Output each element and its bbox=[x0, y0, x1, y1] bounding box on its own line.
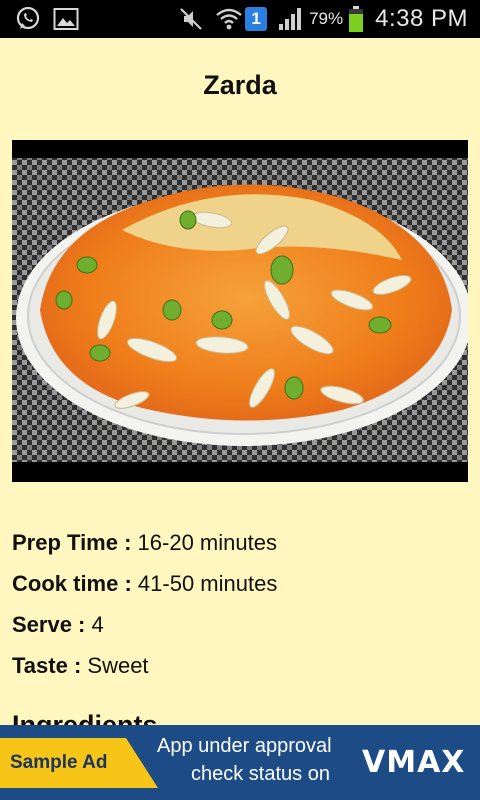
recipe-content[interactable]: Zarda Prep Time: 16-20 minutes Cook tim… bbox=[0, 38, 480, 725]
ad-badge-label: Sample Ad bbox=[10, 752, 108, 773]
page-title: Zarda bbox=[203, 70, 277, 100]
recipe-image bbox=[12, 140, 468, 482]
ad-text-line2: check status on bbox=[191, 763, 330, 785]
ad-banner[interactable]: Sample Ad App under approval check statu… bbox=[0, 725, 480, 800]
notification-badge: 1 bbox=[245, 7, 268, 31]
gallery-icon bbox=[52, 5, 80, 33]
ingredients-heading: Ingredients bbox=[12, 710, 158, 725]
status-bar-right: 1 79% 4:38 PM bbox=[177, 5, 468, 33]
serve-count: Serve : 4 bbox=[12, 612, 104, 637]
status-bar: 1 79% 4:38 PM bbox=[0, 0, 480, 38]
vmax-logo: VMAX bbox=[362, 745, 466, 780]
wifi-icon bbox=[215, 5, 243, 33]
signal-icon bbox=[277, 5, 305, 33]
clock-time: 4:38 PM bbox=[375, 5, 468, 32]
battery-percent: 79% bbox=[309, 9, 344, 28]
status-bar-left bbox=[14, 5, 80, 33]
mute-icon bbox=[177, 5, 205, 33]
whatsapp-icon bbox=[14, 5, 42, 33]
battery-icon bbox=[347, 5, 365, 33]
prep-time: Prep Time : 16-20 minutes bbox=[12, 530, 277, 555]
taste: Taste : Sweet bbox=[12, 653, 149, 678]
recipe-details: Prep Time : 16-20 minutes Cook time : 41… bbox=[12, 522, 468, 686]
ad-text-line1: App under approval bbox=[157, 735, 332, 757]
cook-time: Cook time : 41-50 minutes bbox=[12, 571, 278, 596]
